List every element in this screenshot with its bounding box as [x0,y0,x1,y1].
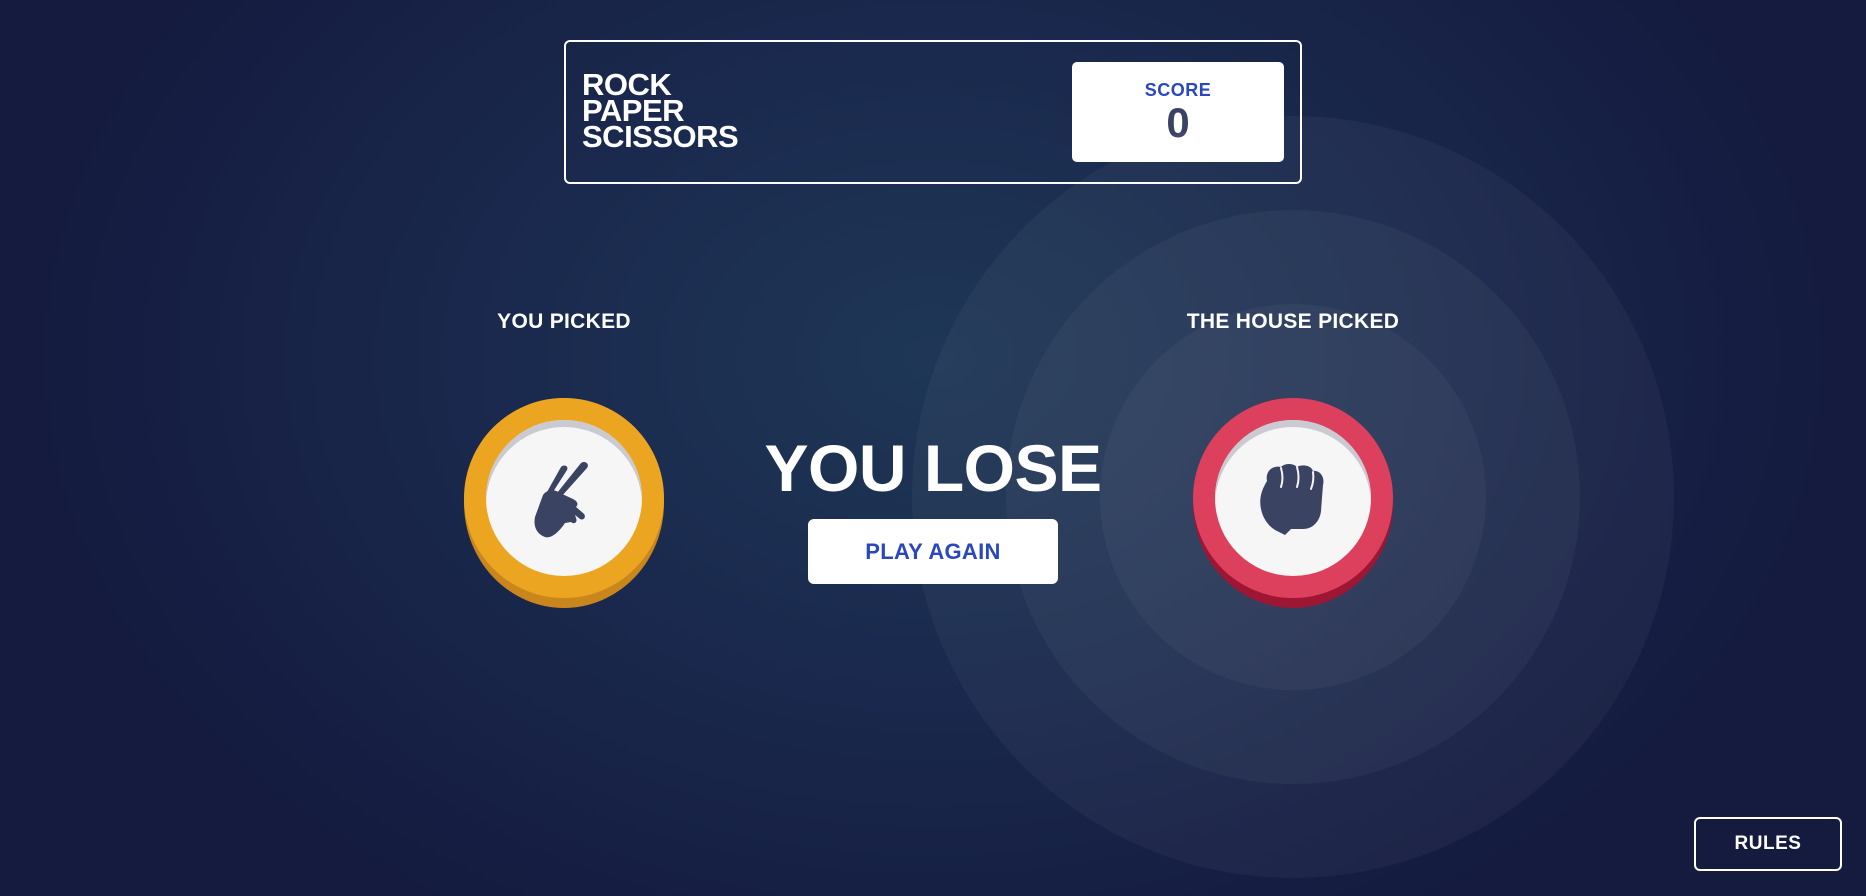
rules-button[interactable]: RULES [1694,817,1842,871]
scissors-hand-icon [534,461,588,538]
token-inner [1215,420,1371,576]
score-label: SCORE [1144,80,1212,100]
house-picked-label: THE HOUSE PICKED [1186,310,1400,333]
rock-fist-icon [1260,464,1324,535]
game-logo: ROCK PAPER SCISSORS [582,69,739,154]
result-text: YOU LOSE [764,431,1102,505]
you-picked-label: YOU PICKED [497,310,631,333]
you-pick-token-scissors [464,398,664,608]
logo-line-scissors: SCISSORS [582,119,739,154]
token-inner [486,420,642,576]
play-again-button[interactable]: PLAY AGAIN [808,519,1058,584]
house-pick-token-rock [1193,398,1393,608]
